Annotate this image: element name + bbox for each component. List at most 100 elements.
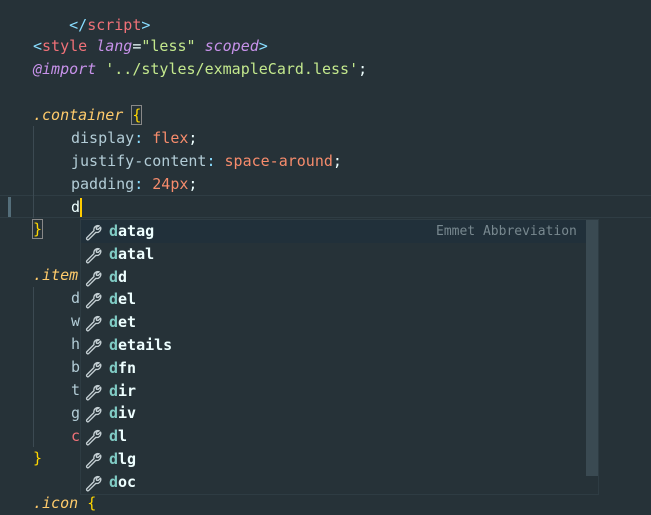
css-value: flex xyxy=(152,129,189,147)
css-property: g xyxy=(71,404,81,422)
code-line: t xyxy=(71,379,80,402)
wrench-icon xyxy=(84,337,102,355)
wrench-icon xyxy=(84,405,102,423)
semicolon: ; xyxy=(188,175,198,193)
suggestion-match-text: d xyxy=(109,244,119,263)
suggestion-label: dir xyxy=(109,380,136,403)
suggestion-rest-text: oc xyxy=(118,472,137,491)
tag-bracket: </ xyxy=(69,16,88,34)
css-value: space-around xyxy=(224,152,333,170)
import-path: '../styles/exmapleCard.less' xyxy=(105,60,359,78)
wrench-icon xyxy=(84,314,102,332)
indent-guide xyxy=(33,126,34,218)
suggestion-rest-text: etails xyxy=(118,336,173,354)
suggestion-match-text: d xyxy=(109,313,119,332)
suggestion-match-text: d xyxy=(109,290,119,309)
suggestion-match-text: d xyxy=(109,450,119,468)
suggestion-rest-text: l xyxy=(118,427,128,446)
wrench-icon xyxy=(84,360,102,378)
gutter-change-marker xyxy=(8,197,11,217)
css-property: c xyxy=(71,427,81,445)
css-selector: .container xyxy=(33,106,124,124)
suggestion-rest-text: et xyxy=(118,313,137,332)
suggestion-rest-text: atal xyxy=(118,244,155,263)
code-editor[interactable]: </script> <style lang="less" scoped> @im… xyxy=(0,0,651,515)
semicolon: ; xyxy=(332,152,342,170)
suggestion-label: datal xyxy=(109,243,154,266)
suggestion-item[interactable]: div xyxy=(81,402,586,425)
wrench-icon xyxy=(84,291,102,309)
suggestion-rest-text: fn xyxy=(118,358,137,377)
attr-value: "less" xyxy=(141,37,196,55)
colon: : xyxy=(134,129,144,147)
suggestion-label: det xyxy=(109,311,136,334)
css-property: h xyxy=(71,335,81,353)
code-line: .icon { xyxy=(33,492,96,515)
code-line: c xyxy=(71,425,80,448)
open-brace: { xyxy=(87,494,97,512)
code-line: b xyxy=(71,356,80,379)
suggestion-label: details xyxy=(109,334,172,357)
wrench-icon xyxy=(84,428,102,446)
suggestion-item[interactable]: dd xyxy=(81,266,586,289)
css-property: t xyxy=(71,381,81,399)
code-line: <style lang="less" scoped> xyxy=(33,35,268,58)
code-line: @import '../styles/exmapleCard.less'; xyxy=(33,58,367,81)
suggestion-item[interactable]: details xyxy=(81,334,586,357)
code-line: .item xyxy=(33,264,78,287)
wrench-icon xyxy=(84,223,102,241)
code-line: g xyxy=(71,402,80,425)
semicolon: ; xyxy=(188,129,198,147)
suggestion-match-text: d xyxy=(109,381,119,400)
suggestion-match-text: d xyxy=(109,222,119,240)
tag-name: style xyxy=(42,37,88,55)
code-line: d xyxy=(71,196,80,219)
suggestion-item[interactable]: dl xyxy=(81,425,586,448)
suggestion-item[interactable]: dir xyxy=(81,380,586,403)
suggestion-item[interactable]: dlg xyxy=(81,448,586,471)
suggestion-scrollbar[interactable] xyxy=(586,220,598,476)
suggestion-item[interactable]: datal xyxy=(81,243,586,266)
suggestion-label: dlg xyxy=(109,448,136,471)
suggestion-label: del xyxy=(109,288,136,311)
wrench-icon xyxy=(84,383,102,401)
suggestion-match-text: d xyxy=(109,336,119,354)
suggestion-label: datag xyxy=(109,220,154,243)
suggestion-rest-text: atag xyxy=(118,222,155,240)
css-property: display xyxy=(71,129,135,147)
suggestion-rest-text: d xyxy=(118,267,128,286)
import-keyword: @import xyxy=(33,60,97,78)
indent-guide xyxy=(33,287,34,447)
suggestion-match-text: d xyxy=(109,472,119,491)
suggestion-detail: Emmet Abbreviation xyxy=(436,224,577,239)
code-line: padding: 24px; xyxy=(71,173,197,196)
suggestion-item[interactable]: doc xyxy=(81,471,586,494)
suggestion-label: div xyxy=(109,402,136,425)
typed-text: d xyxy=(71,198,81,216)
colon: : xyxy=(206,152,216,170)
code-line: .container { xyxy=(33,104,143,127)
wrench-icon xyxy=(84,451,102,469)
open-brace: { xyxy=(131,105,143,125)
suggestion-item[interactable]: det xyxy=(81,311,586,334)
code-line: </script> xyxy=(33,0,150,34)
code-line: } xyxy=(31,218,44,241)
css-selector: .item xyxy=(33,266,79,284)
suggestion-item[interactable]: dfn xyxy=(81,357,586,380)
wrench-icon xyxy=(84,474,102,492)
suggestion-match-text: d xyxy=(109,267,119,286)
code-line: display: flex; xyxy=(71,127,197,150)
suggestion-label: dfn xyxy=(109,357,136,380)
text-caret xyxy=(80,198,82,217)
attr-name: lang xyxy=(96,37,133,55)
suggestion-item[interactable]: datag Emmet Abbreviation xyxy=(81,220,586,243)
suggestion-match-text: d xyxy=(109,427,119,446)
tag-bracket: > xyxy=(141,16,151,34)
suggestion-match-text: d xyxy=(109,358,119,377)
code-line: justify-content: space-around; xyxy=(71,150,342,173)
code-line: h xyxy=(71,333,80,356)
css-property: w xyxy=(71,312,81,330)
suggestion-item[interactable]: del xyxy=(81,288,586,311)
suggestion-match-text: d xyxy=(109,404,119,423)
suggestion-widget[interactable]: datag Emmet Abbreviation datal dd del det deta… xyxy=(80,219,599,495)
